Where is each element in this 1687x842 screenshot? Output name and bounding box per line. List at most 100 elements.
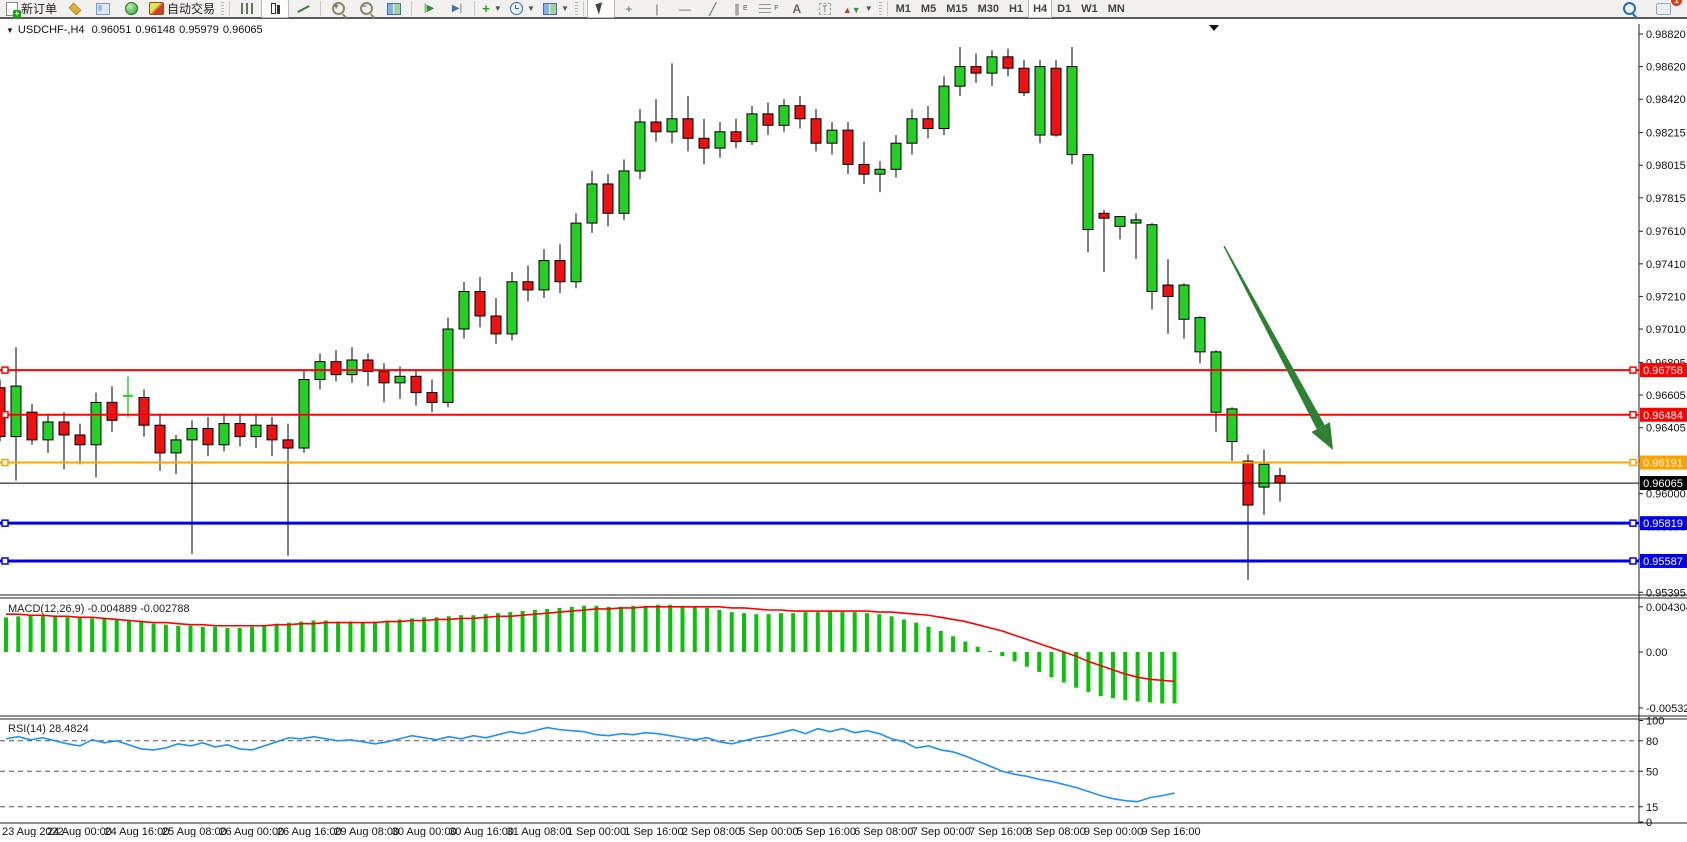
time-axis-label: 24 Aug 00:00 [47, 826, 112, 837]
channel-tool-button[interactable]: ∥E [727, 0, 755, 18]
ohlc-high: 0.96148 [135, 24, 175, 36]
search-button[interactable] [1615, 0, 1643, 18]
channel-icon: ∥ [734, 2, 740, 16]
candle-body [203, 428, 213, 444]
auto-trade-icon [149, 2, 164, 15]
arrows-tool-button[interactable]: ▲▼▼ [839, 0, 877, 18]
macd-tick-label: 0.00 [1646, 647, 1667, 659]
candle-body [1051, 68, 1061, 135]
bar-chart-button[interactable] [233, 0, 261, 18]
candle-body [1019, 68, 1029, 92]
line-handle[interactable] [1630, 412, 1636, 418]
auto-scroll-button[interactable]: ▶| [443, 0, 471, 18]
chart-collapse-icon[interactable]: ▼ [6, 26, 14, 35]
candle-body [235, 424, 245, 437]
chevron-down-icon: ▼ [527, 4, 535, 13]
timeframe-H4[interactable]: H4 [1028, 0, 1052, 18]
timeframe-MN[interactable]: MN [1103, 0, 1130, 18]
navigator-button[interactable] [89, 0, 117, 18]
text-tool-button[interactable]: A [783, 0, 811, 18]
candle-body [347, 360, 357, 375]
horizontal-line-icon: — [679, 2, 691, 16]
indicators-button[interactable]: +▼ [478, 0, 506, 18]
candle-body [107, 402, 117, 420]
candle-body [827, 130, 837, 143]
fibonacci-tool-button[interactable]: F [755, 0, 783, 18]
timeframe-M30[interactable]: M30 [973, 0, 1004, 18]
macd-signal-line [6, 607, 1175, 682]
price-chart-canvas[interactable]: 0.988200.986200.984200.982150.980150.978… [0, 21, 1687, 837]
candle-body [1195, 318, 1205, 352]
zoom-out-icon: − [360, 2, 373, 15]
toolbar-grip [221, 2, 224, 16]
zoom-out-button[interactable]: − [352, 0, 380, 18]
price-level-text: 0.95587 [1643, 556, 1683, 568]
market-watch-button[interactable] [61, 0, 89, 18]
candle-body [1179, 285, 1189, 319]
timeframe-D1[interactable]: D1 [1052, 0, 1076, 18]
line-handle[interactable] [1630, 558, 1636, 564]
price-tick-label: 0.97010 [1646, 324, 1686, 336]
periods-button[interactable]: ▼ [506, 0, 539, 18]
macd-tick-label: 0.004304 [1646, 602, 1687, 614]
candle-body [939, 86, 949, 128]
search-icon [1623, 2, 1636, 15]
line-chart-button[interactable] [289, 0, 317, 18]
auto-scroll-icon: ▶| [452, 3, 462, 14]
candle-body [683, 119, 693, 139]
toolbar-separator [583, 1, 584, 16]
timeframe-M5[interactable]: M5 [916, 0, 941, 18]
timeframe-M1[interactable]: M1 [891, 0, 916, 18]
line-handle[interactable] [2, 520, 8, 526]
templates-button[interactable]: ▼ [539, 0, 573, 18]
chart-window[interactable]: ▼USDCHF-,H4 0.960510.961480.959790.96065… [0, 21, 1687, 837]
auto-trade-button[interactable]: 自动交易 [145, 0, 219, 18]
line-handle[interactable] [2, 558, 8, 564]
candle-body [635, 122, 645, 171]
crosshair-tool-button[interactable]: + [615, 0, 643, 18]
line-handle[interactable] [2, 367, 8, 373]
signals-button[interactable] [117, 0, 145, 18]
candle-body [1147, 225, 1157, 292]
line-handle[interactable] [1630, 460, 1636, 466]
time-axis-label: 6 Sep 08:00 [854, 826, 913, 837]
candle-body [747, 114, 757, 142]
candle-body [1211, 352, 1221, 412]
scroll-marker-icon[interactable] [1209, 25, 1219, 31]
price-tick-label: 0.97610 [1646, 226, 1686, 238]
candle-body [555, 261, 565, 282]
candle-body [811, 119, 821, 143]
candlestick-chart-icon [269, 3, 282, 14]
candle-body [955, 67, 965, 87]
candlestick-chart-button[interactable] [261, 0, 289, 18]
price-tick-label: 0.95395 [1646, 587, 1686, 599]
timeframe-M15[interactable]: M15 [941, 0, 972, 18]
time-axis-label: 24 Aug 16:00 [104, 826, 169, 837]
annotation-arrow[interactable] [1223, 246, 1324, 430]
new-order-button[interactable]: + 新订单 [2, 0, 61, 18]
annotation-arrow-head[interactable] [1311, 422, 1333, 450]
toolbar-separator [320, 1, 321, 16]
trendline-tool-button[interactable]: ╱ [699, 0, 727, 18]
horizontal-line-tool-button[interactable]: — [671, 0, 699, 18]
candle-body [1067, 67, 1077, 155]
cursor-tool-button[interactable] [587, 0, 615, 18]
candle-body [219, 424, 229, 445]
candle-body [411, 376, 421, 392]
timeframe-H1[interactable]: H1 [1004, 0, 1028, 18]
line-handle[interactable] [1630, 520, 1636, 526]
timeframe-W1[interactable]: W1 [1076, 0, 1103, 18]
line-handle[interactable] [2, 460, 8, 466]
notifications-button[interactable]: 1 [1649, 0, 1677, 18]
candle-body [171, 440, 181, 453]
chart-shift-button[interactable]: |▶ [415, 0, 443, 18]
label-tool-button[interactable]: T [811, 0, 839, 18]
zoom-in-button[interactable]: + [324, 0, 352, 18]
line-handle[interactable] [2, 412, 8, 418]
line-handle[interactable] [1630, 367, 1636, 373]
vertical-line-tool-button[interactable]: | [643, 0, 671, 18]
candle-body [603, 184, 613, 213]
tile-windows-button[interactable] [380, 0, 408, 18]
candle-body [1131, 220, 1141, 223]
candle-body [43, 422, 53, 440]
